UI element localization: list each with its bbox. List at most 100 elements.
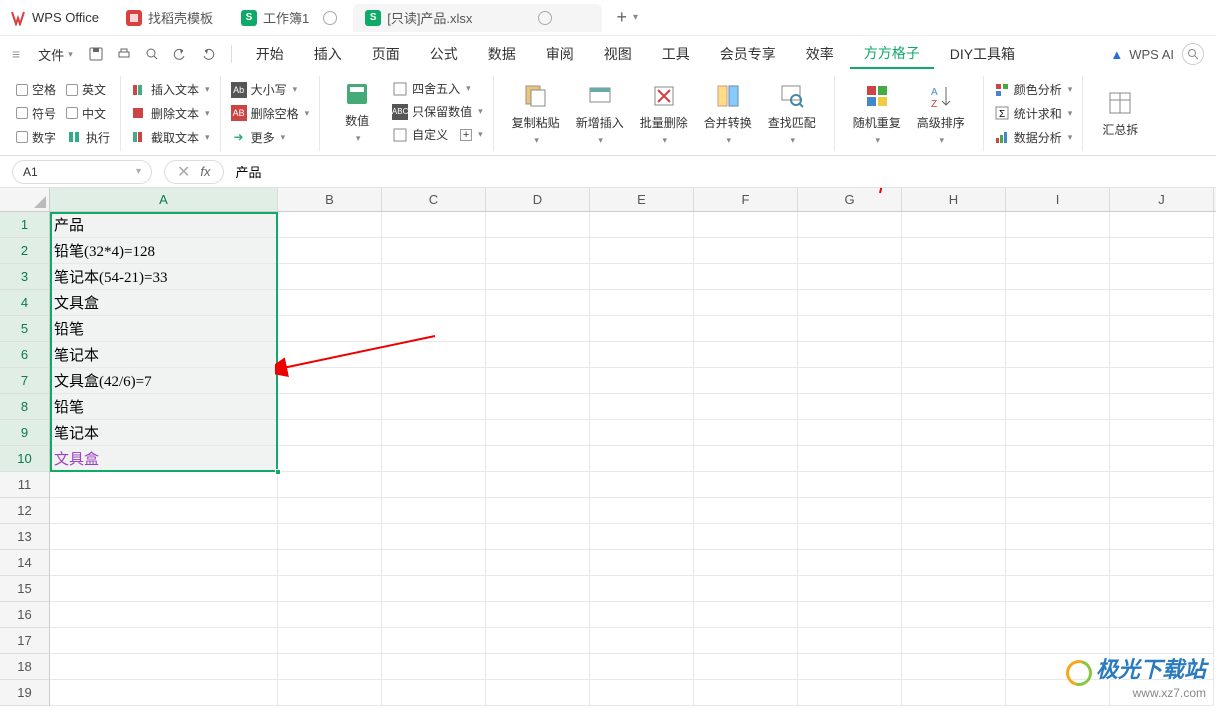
cell-E9[interactable] [590, 420, 694, 446]
cell-D1[interactable] [486, 212, 590, 238]
cell-H2[interactable] [902, 238, 1006, 264]
cell-E18[interactable] [590, 654, 694, 680]
cb-english[interactable]: 英文 [66, 81, 106, 98]
cell-A17[interactable] [50, 628, 278, 654]
cell-H8[interactable] [902, 394, 1006, 420]
cell-F7[interactable] [694, 368, 798, 394]
btn-keep-value[interactable]: ABC只保留数值 [392, 103, 483, 120]
cell-A6[interactable]: 笔记本 [50, 342, 278, 368]
cell-D15[interactable] [486, 576, 590, 602]
cell-F12[interactable] [694, 498, 798, 524]
menu-diy[interactable]: DIY工具箱 [936, 40, 1029, 68]
btn-color-analyze[interactable]: 颜色分析 [994, 81, 1073, 98]
cell-C15[interactable] [382, 576, 486, 602]
col-header-C[interactable]: C [382, 188, 486, 211]
wps-ai-button[interactable]: ▲ WPS AI [1110, 47, 1174, 62]
cell-C18[interactable] [382, 654, 486, 680]
cell-D10[interactable] [486, 446, 590, 472]
menu-data[interactable]: 数据 [474, 40, 530, 68]
formula-input[interactable] [236, 164, 1136, 179]
btn-merge-convert[interactable]: 合并转换 [696, 78, 760, 149]
save-icon[interactable] [86, 44, 106, 64]
row-header-1[interactable]: 1 [0, 212, 50, 238]
cell-D3[interactable] [486, 264, 590, 290]
cell-A3[interactable]: 笔记本(54-21)=33 [50, 264, 278, 290]
fill-handle[interactable] [275, 469, 281, 475]
cell-G16[interactable] [798, 602, 902, 628]
cell-H11[interactable] [902, 472, 1006, 498]
cell-F11[interactable] [694, 472, 798, 498]
cell-J11[interactable] [1110, 472, 1214, 498]
cell-E5[interactable] [590, 316, 694, 342]
cell-C17[interactable] [382, 628, 486, 654]
cell-J8[interactable] [1110, 394, 1214, 420]
cell-F10[interactable] [694, 446, 798, 472]
col-header-G[interactable]: G [798, 188, 902, 211]
cell-J15[interactable] [1110, 576, 1214, 602]
file-menu[interactable]: 文件 [30, 41, 81, 68]
cell-E7[interactable] [590, 368, 694, 394]
btn-random[interactable]: 随机重复 [845, 78, 909, 149]
col-header-I[interactable]: I [1006, 188, 1110, 211]
cell-F17[interactable] [694, 628, 798, 654]
cell-I10[interactable] [1006, 446, 1110, 472]
cell-D17[interactable] [486, 628, 590, 654]
cell-E13[interactable] [590, 524, 694, 550]
cell-H3[interactable] [902, 264, 1006, 290]
cb-number[interactable]: 数字 [16, 129, 56, 146]
cell-I2[interactable] [1006, 238, 1110, 264]
cell-J12[interactable] [1110, 498, 1214, 524]
menu-formula[interactable]: 公式 [416, 40, 472, 68]
cell-A1[interactable]: 产品 [50, 212, 278, 238]
cell-B4[interactable] [278, 290, 382, 316]
cell-B6[interactable] [278, 342, 382, 368]
cell-J1[interactable] [1110, 212, 1214, 238]
cell-I11[interactable] [1006, 472, 1110, 498]
col-header-D[interactable]: D [486, 188, 590, 211]
cell-A8[interactable]: 铅笔 [50, 394, 278, 420]
cell-F8[interactable] [694, 394, 798, 420]
cell-C16[interactable] [382, 602, 486, 628]
cell-E15[interactable] [590, 576, 694, 602]
cell-I4[interactable] [1006, 290, 1110, 316]
cell-I1[interactable] [1006, 212, 1110, 238]
btn-more[interactable]: ➜更多 [231, 129, 286, 146]
cell-A13[interactable] [50, 524, 278, 550]
cell-F15[interactable] [694, 576, 798, 602]
cell-G17[interactable] [798, 628, 902, 654]
tab-templates[interactable]: 找稻壳模板 [114, 4, 225, 32]
cell-E16[interactable] [590, 602, 694, 628]
cell-B12[interactable] [278, 498, 382, 524]
cell-D13[interactable] [486, 524, 590, 550]
row-header-2[interactable]: 2 [0, 238, 50, 264]
cell-E14[interactable] [590, 550, 694, 576]
print-icon[interactable] [114, 44, 134, 64]
cell-D11[interactable] [486, 472, 590, 498]
cell-C3[interactable] [382, 264, 486, 290]
select-all-corner[interactable] [0, 188, 50, 212]
cell-I13[interactable] [1006, 524, 1110, 550]
cell-D14[interactable] [486, 550, 590, 576]
cell-C10[interactable] [382, 446, 486, 472]
cell-A18[interactable] [50, 654, 278, 680]
cell-F13[interactable] [694, 524, 798, 550]
cell-G9[interactable] [798, 420, 902, 446]
cell-H13[interactable] [902, 524, 1006, 550]
fx-icon[interactable]: fx [200, 164, 210, 179]
row-header-11[interactable]: 11 [0, 472, 50, 498]
col-header-J[interactable]: J [1110, 188, 1214, 211]
cell-C9[interactable] [382, 420, 486, 446]
cell-I7[interactable] [1006, 368, 1110, 394]
tab-product[interactable]: S [只读]产品.xlsx [353, 4, 602, 32]
cell-H12[interactable] [902, 498, 1006, 524]
cell-E3[interactable] [590, 264, 694, 290]
cell-E10[interactable] [590, 446, 694, 472]
cell-D12[interactable] [486, 498, 590, 524]
cell-E8[interactable] [590, 394, 694, 420]
cell-C2[interactable] [382, 238, 486, 264]
cell-I5[interactable] [1006, 316, 1110, 342]
row-header-6[interactable]: 6 [0, 342, 50, 368]
cell-J10[interactable] [1110, 446, 1214, 472]
menu-handle-icon[interactable]: ≡ [12, 46, 20, 62]
spreadsheet-grid[interactable]: ABCDEFGHIJ 12345678910111213141516171819… [0, 188, 1216, 716]
